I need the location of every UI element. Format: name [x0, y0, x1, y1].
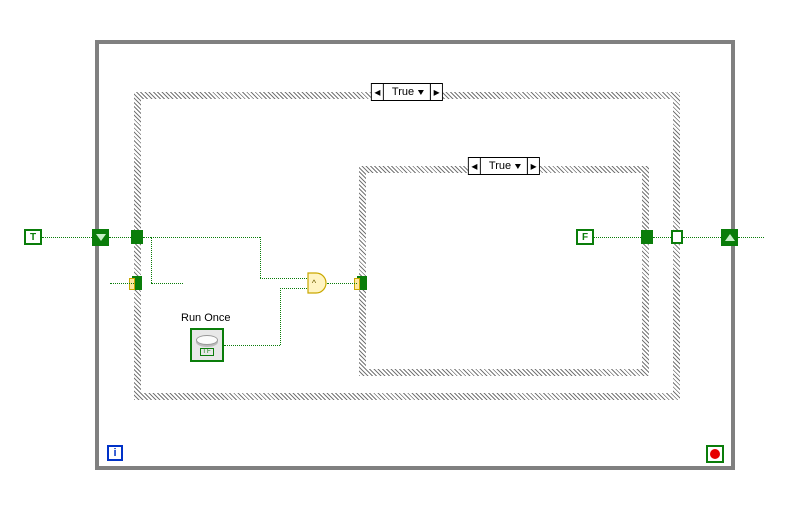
wire [738, 237, 764, 238]
dropdown-icon [418, 90, 424, 95]
wire [110, 283, 134, 284]
wire [151, 237, 152, 283]
button-icon [196, 335, 218, 345]
wire [653, 237, 673, 238]
chevron-down-icon [96, 234, 106, 241]
and-gate[interactable]: ^ [307, 272, 327, 294]
case-structure-inner[interactable]: ◂ True ▸ [359, 166, 649, 376]
boolean-true-constant[interactable]: T [24, 229, 42, 245]
shift-register-left[interactable] [92, 229, 109, 246]
boolean-false-constant[interactable]: F [576, 229, 594, 245]
loop-condition-terminal[interactable] [706, 445, 724, 463]
case-inner-selector[interactable]: ◂ True ▸ [468, 157, 540, 175]
wire [42, 237, 92, 238]
case-outer-current[interactable]: True [384, 84, 430, 100]
wire [143, 237, 151, 238]
boolean-false-label: F [582, 232, 588, 243]
dropdown-icon [515, 164, 521, 169]
case-inner-prev-button[interactable]: ◂ [469, 158, 481, 174]
boolean-type-icon: TF [200, 348, 213, 356]
wire [151, 237, 260, 238]
block-diagram-canvas: i T ◂ True ▸ [0, 0, 803, 527]
case-inner-next-button[interactable]: ▸ [527, 158, 539, 174]
chevron-up-icon [725, 234, 735, 241]
wire [327, 283, 357, 284]
caret-left-icon: ◂ [471, 159, 477, 173]
caret-right-icon: ▸ [531, 159, 537, 173]
shift-register-right[interactable] [721, 229, 738, 246]
tunnel-inner-right[interactable] [641, 230, 653, 244]
and-gate-icon: ^ [307, 272, 327, 294]
caret-right-icon: ▸ [434, 85, 440, 99]
iteration-terminal-label: i [113, 447, 116, 459]
case-inner-current-label: True [489, 160, 511, 172]
wire [260, 278, 307, 279]
caret-left-icon: ◂ [374, 85, 380, 99]
case-outer-prev-button[interactable]: ◂ [372, 84, 384, 100]
boolean-true-label: T [30, 232, 36, 243]
wire [280, 288, 281, 345]
wire [683, 237, 721, 238]
case-inner-diagram-area [366, 173, 642, 369]
wire [151, 283, 183, 284]
iteration-terminal[interactable]: i [107, 445, 123, 461]
wire [109, 237, 133, 238]
case-outer-selector[interactable]: ◂ True ▸ [371, 83, 443, 101]
wire [594, 237, 641, 238]
wire [224, 345, 280, 346]
selector-terminal-inner[interactable] [357, 276, 367, 290]
run-once-label: Run Once [181, 312, 231, 324]
case-outer-current-label: True [392, 86, 414, 98]
case-outer-next-button[interactable]: ▸ [430, 84, 442, 100]
stop-icon [710, 449, 720, 459]
case-inner-current[interactable]: True [481, 158, 527, 174]
run-once-control[interactable]: TF [190, 328, 224, 362]
wire [280, 288, 307, 289]
wire [260, 237, 261, 278]
